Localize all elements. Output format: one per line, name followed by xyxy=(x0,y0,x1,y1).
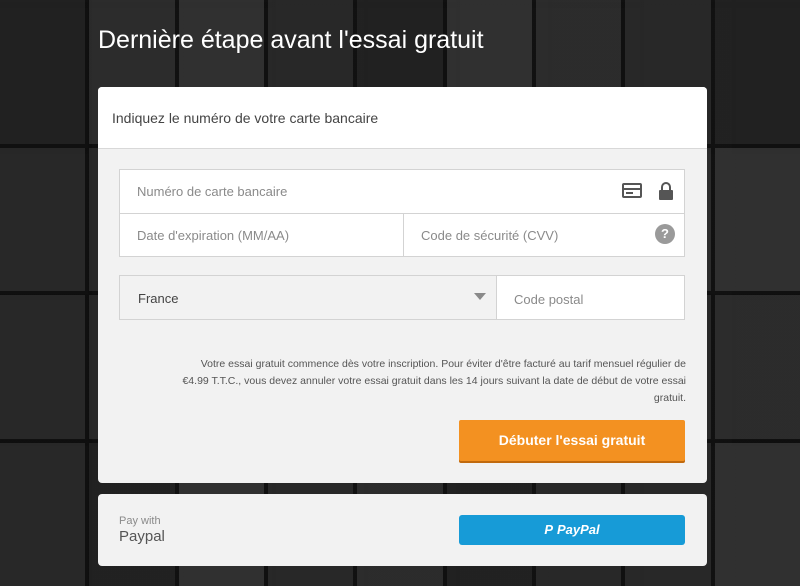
lock-icon xyxy=(659,182,673,200)
paypal-logo-icon: P xyxy=(544,522,553,537)
card-header: Indiquez le numéro de votre carte bancai… xyxy=(98,87,707,149)
paypal-button-text: PayPal xyxy=(557,522,600,537)
pay-with-label: Pay with xyxy=(119,515,161,527)
expiry-date-field[interactable]: Date d'expiration (MM/AA) xyxy=(137,228,397,243)
help-icon[interactable]: ? xyxy=(655,224,675,244)
country-value: France xyxy=(138,291,179,306)
paypal-card: Pay with Paypal P PayPal xyxy=(98,494,707,566)
legal-notice: Votre essai gratuit commence dès votre i… xyxy=(182,358,686,404)
paypal-label: Paypal xyxy=(119,528,165,545)
chevron-down-icon xyxy=(474,293,486,300)
cvv-field[interactable]: Code de sécurité (CVV) xyxy=(421,228,641,243)
card-number-field[interactable]: Numéro de carte bancaire xyxy=(137,184,497,199)
page-title: Dernière étape avant l'essai gratuit xyxy=(98,26,484,54)
paypal-button[interactable]: P PayPal xyxy=(459,515,685,545)
start-trial-button[interactable]: Débuter l'essai gratuit xyxy=(459,420,685,461)
country-select[interactable]: France xyxy=(119,275,497,320)
postal-code-field[interactable]: Code postal xyxy=(497,275,685,320)
payment-card: Indiquez le numéro de votre carte bancai… xyxy=(98,87,707,483)
row-divider xyxy=(120,213,684,214)
credit-card-icon xyxy=(622,183,642,198)
column-divider xyxy=(403,213,404,257)
card-fields-group: Numéro de carte bancaire Date d'expirati… xyxy=(119,169,685,257)
